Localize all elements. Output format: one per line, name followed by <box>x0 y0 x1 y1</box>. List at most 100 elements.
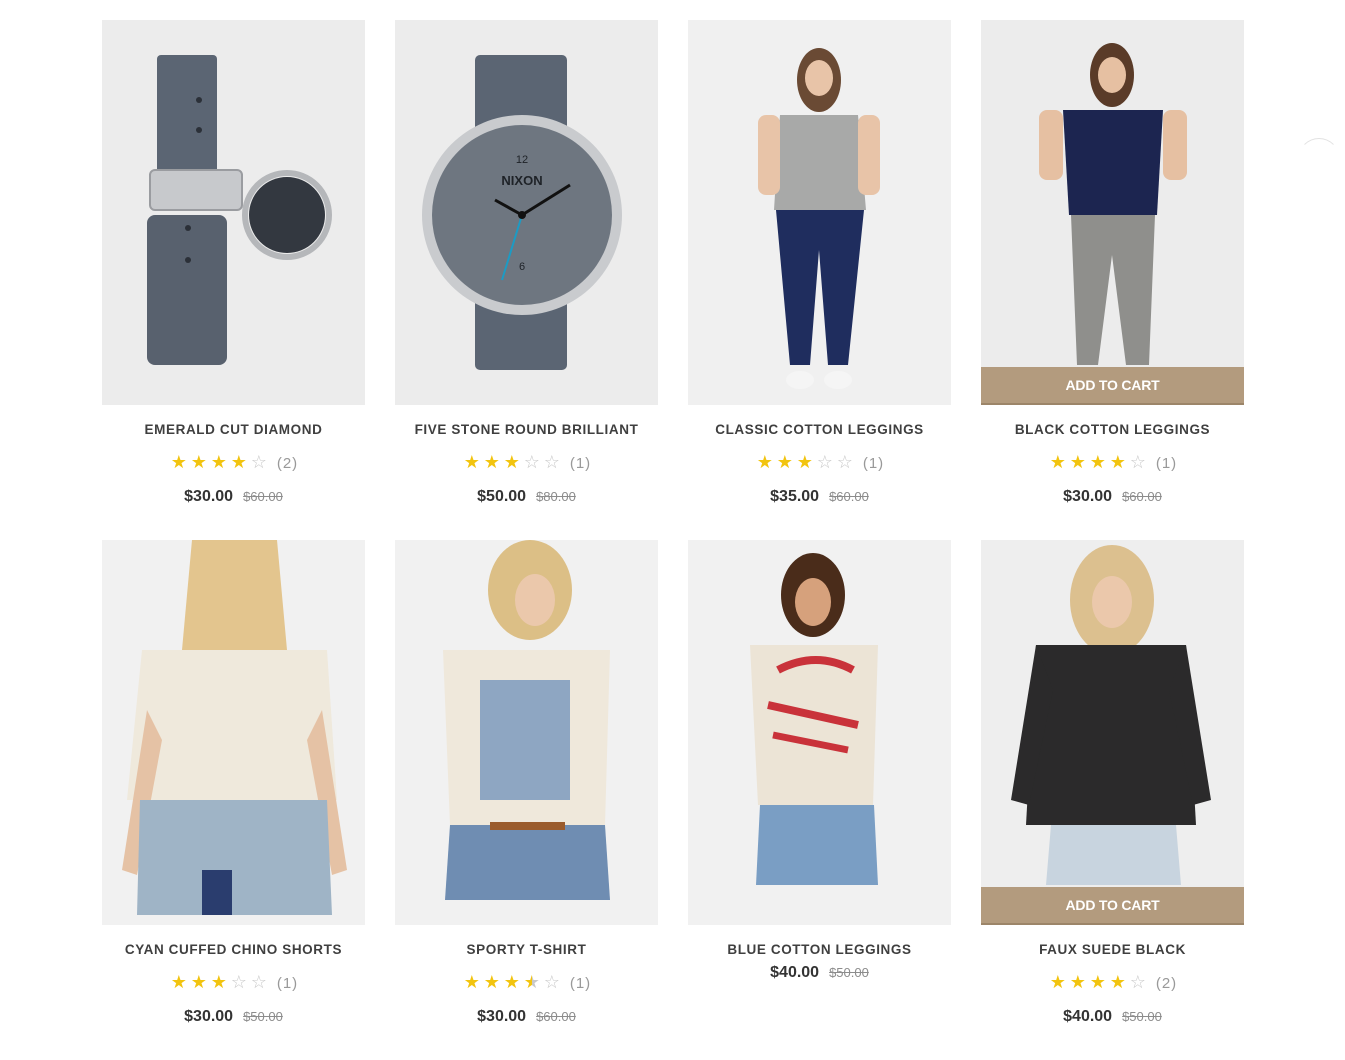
product-card[interactable]: NIXON 12 6 FIVE STONE ROUND BRILLIANT ★ ★… <box>395 20 658 540</box>
star-half-icon: ★ <box>523 972 540 992</box>
price-row: $40.00 $50.00 <box>981 1008 1244 1030</box>
product-card[interactable]: CLASSIC COTTON LEGGINGS ★ ★ ★ ☆ ☆ (1) $35.00 $… <box>688 20 951 540</box>
product-rating: ★ ★ ★ ☆ ☆ (1) <box>688 452 951 472</box>
model-back-tee-icon <box>102 540 365 925</box>
star-full-icon: ★ <box>483 972 500 992</box>
star-full-icon: ★ <box>1049 972 1066 992</box>
star-full-icon: ★ <box>756 452 773 472</box>
product-card[interactable]: ADD TO CART BLACK COTTON LEGGINGS ★ ★ ★ ★ ☆(… <box>981 20 1244 540</box>
sale-price: $30.00 <box>1063 488 1113 505</box>
product-rating: ★ ★ ★ ★ ☆ (1) <box>395 972 658 992</box>
price-row: $50.00 $80.00 <box>395 488 658 510</box>
sale-price: $35.00 <box>770 488 820 505</box>
star-full-icon: ★ <box>1109 452 1126 472</box>
star-full-icon: ★ <box>776 452 793 472</box>
product-title[interactable]: BLUE COTTON LEGGINGS <box>688 942 951 960</box>
star-full-icon: ★ <box>1069 452 1086 472</box>
product-image[interactable]: NIXON 12 6 <box>395 20 658 405</box>
rating-stars: ★ ★ ★ ★ ☆ <box>1048 452 1148 472</box>
product-title[interactable]: BLACK COTTON LEGGINGS <box>981 422 1244 440</box>
star-full-icon: ★ <box>1089 972 1106 992</box>
product-grid: EMERALD CUT DIAMOND ★ ★ ★ ★ ☆ (2) $30.00 $60.0… <box>102 20 1244 1060</box>
star-full-icon: ★ <box>503 972 520 992</box>
rating-stars: ★ ★ ★ ☆ ☆ <box>755 452 855 472</box>
sale-price: $40.00 <box>1063 1008 1113 1025</box>
rating-stars: ★ ★ ★ ☆ ☆ <box>169 972 269 992</box>
star-empty-icon: ☆ <box>523 452 540 472</box>
product-rating: ★ ★ ★ ★ ☆ (1) <box>981 452 1244 472</box>
star-empty-icon: ☆ <box>250 972 267 992</box>
star-empty-icon: ☆ <box>1129 972 1146 992</box>
product-title[interactable]: FIVE STONE ROUND BRILLIANT <box>395 422 658 440</box>
star-empty-icon: ☆ <box>543 972 560 992</box>
product-rating: ★ ★ ★ ☆ ☆ (1) <box>102 972 365 992</box>
product-rating: ★ ★ ★ ★ ☆ (2) <box>102 452 365 472</box>
product-image[interactable] <box>395 540 658 925</box>
product-title[interactable]: FAUX SUEDE BLACK <box>981 942 1244 960</box>
sale-price: $30.00 <box>184 488 234 505</box>
rating-stars: ★ ★ ★ ★ ☆ <box>169 452 269 472</box>
price-row: $40.00 $50.00 <box>688 964 951 986</box>
star-empty-icon: ☆ <box>816 452 833 472</box>
rating-stars: ★ ★ ★ ★ ☆ <box>462 972 562 992</box>
product-card[interactable]: SPORTY T-SHIRT ★ ★ ★ ★ ☆ (1) $30.00 $60.00 <box>395 540 658 1060</box>
product-rating: ★ ★ ★ ★ ☆ (2) <box>981 972 1244 992</box>
product-title[interactable]: SPORTY T-SHIRT <box>395 942 658 960</box>
review-count: (1) <box>569 455 592 472</box>
star-full-icon: ★ <box>796 452 813 472</box>
price-row: $30.00 $60.00 <box>395 1008 658 1030</box>
review-count: (1) <box>1155 455 1178 472</box>
svg-text:NIXON: NIXON <box>501 173 542 188</box>
old-price: $50.00 <box>1122 1009 1162 1024</box>
product-card[interactable]: EMERALD CUT DIAMOND ★ ★ ★ ★ ☆ (2) $30.00 $60.0… <box>102 20 365 540</box>
old-price: $50.00 <box>243 1009 283 1024</box>
star-full-icon: ★ <box>1049 452 1066 472</box>
old-price: $60.00 <box>829 489 869 504</box>
old-price: $60.00 <box>1122 489 1162 504</box>
product-title[interactable]: CYAN CUFFED CHINO SHORTS <box>102 942 365 960</box>
product-card[interactable]: BLUE COTTON LEGGINGS $40.00 $50.00 <box>688 540 951 1060</box>
review-count: (1) <box>276 975 299 992</box>
price-row: $30.00 $60.00 <box>102 488 365 510</box>
sale-price: $30.00 <box>477 1008 527 1025</box>
add-to-cart-button[interactable]: ADD TO CART <box>981 367 1244 405</box>
star-full-icon: ★ <box>463 972 480 992</box>
product-image[interactable]: ADD TO CART <box>981 540 1244 925</box>
star-empty-icon: ☆ <box>836 452 853 472</box>
product-card[interactable]: ADD TO CART FAUX SUEDE BLACK ★ ★ ★ ★ ☆ (2) $4… <box>981 540 1244 1060</box>
review-count: (1) <box>569 975 592 992</box>
product-image[interactable] <box>688 20 951 405</box>
star-empty-icon: ☆ <box>1129 452 1146 472</box>
old-price: $60.00 <box>536 1009 576 1024</box>
star-full-icon: ★ <box>1089 452 1106 472</box>
price-row: $30.00 $60.00 <box>981 488 1244 510</box>
star-full-icon: ★ <box>210 972 227 992</box>
product-image[interactable] <box>102 20 365 405</box>
product-title[interactable]: CLASSIC COTTON LEGGINGS <box>688 422 951 440</box>
product-title[interactable]: EMERALD CUT DIAMOND <box>102 422 365 440</box>
watch-front-icon: NIXON 12 6 <box>395 20 658 405</box>
star-full-icon: ★ <box>1069 972 1086 992</box>
model-print-tee-icon <box>395 540 658 925</box>
model-grey-tee-icon <box>688 20 951 405</box>
star-full-icon: ★ <box>190 452 207 472</box>
product-card[interactable]: CYAN CUFFED CHINO SHORTS ★ ★ ★ ☆ ☆ (1) $30.00… <box>102 540 365 1060</box>
price-row: $35.00 $60.00 <box>688 488 951 510</box>
model-navy-tee-icon <box>981 20 1244 405</box>
product-image[interactable]: ADD TO CART <box>981 20 1244 405</box>
scroll-indicator[interactable] <box>1298 138 1340 180</box>
sale-price: $30.00 <box>184 1008 234 1025</box>
product-image[interactable] <box>688 540 951 925</box>
rating-stars: ★ ★ ★ ★ ☆ <box>1048 972 1148 992</box>
watch-back-icon <box>102 20 365 405</box>
star-full-icon: ★ <box>483 452 500 472</box>
add-to-cart-button[interactable]: ADD TO CART <box>981 887 1244 925</box>
model-black-top-icon <box>981 540 1244 925</box>
star-full-icon: ★ <box>170 452 187 472</box>
product-rating: ★ ★ ★ ☆ ☆ (1) <box>395 452 658 472</box>
svg-text:12: 12 <box>516 154 528 166</box>
sale-price: $40.00 <box>770 964 820 981</box>
product-image[interactable] <box>102 540 365 925</box>
star-empty-icon: ☆ <box>230 972 247 992</box>
star-empty-icon: ☆ <box>543 452 560 472</box>
